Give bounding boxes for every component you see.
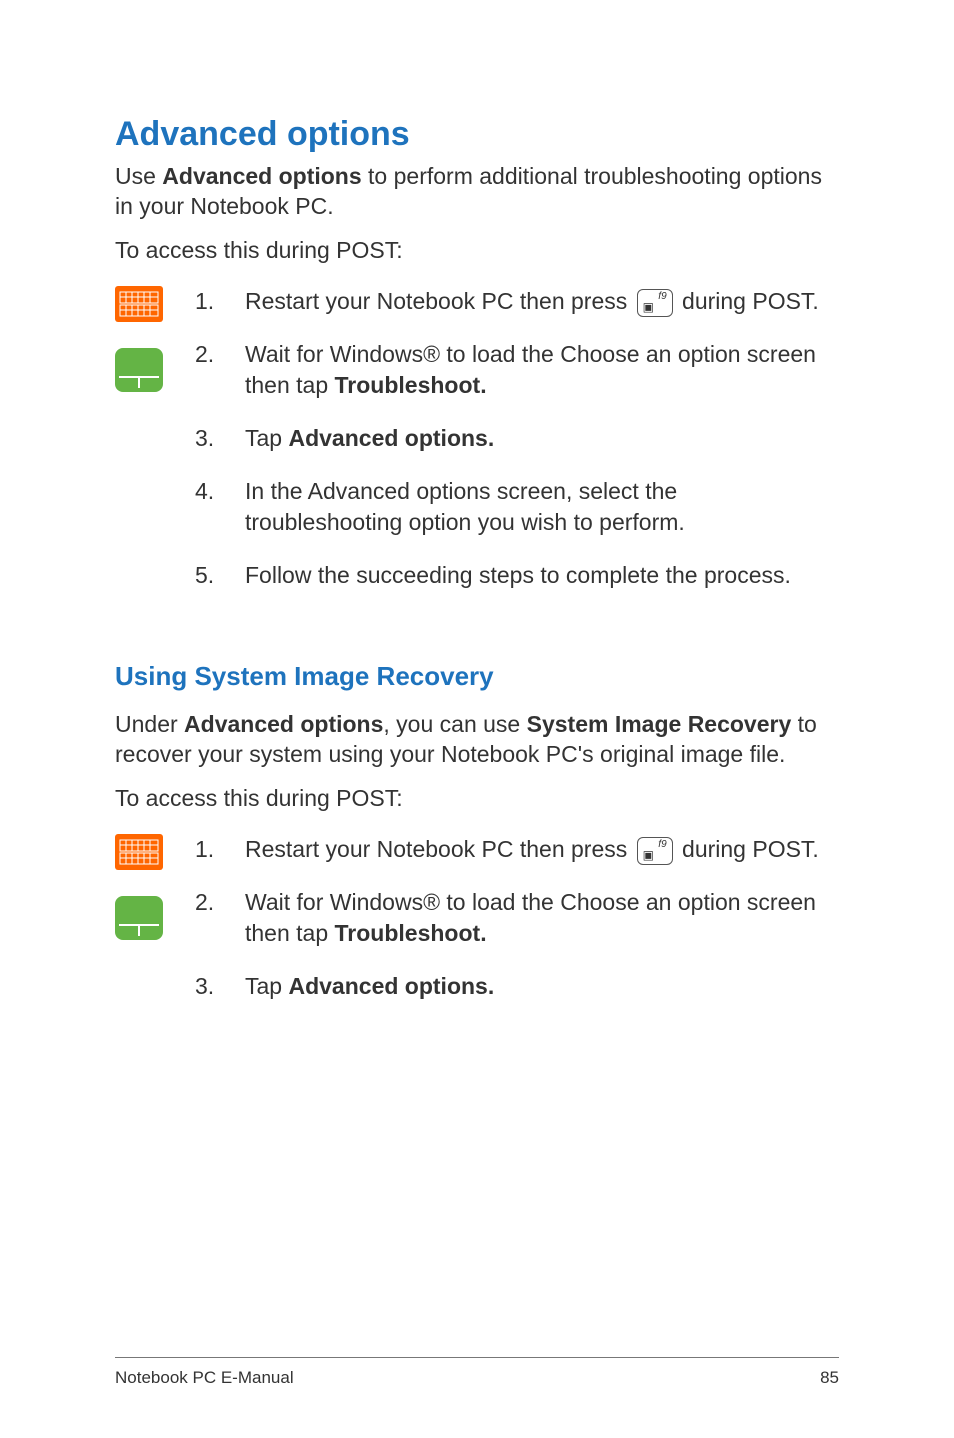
key-glyph: ▣ (643, 849, 654, 861)
step-text-post: during POST. (676, 836, 819, 862)
step-text: Tap (245, 425, 288, 451)
section-heading: Advanced options (115, 115, 839, 154)
sub-intro-bold2: System Image Recovery (527, 711, 792, 737)
keyboard-icon (115, 286, 163, 322)
intro-paragraph: Use Advanced options to perform addition… (115, 162, 839, 222)
footer-left: Notebook PC E-Manual (115, 1368, 294, 1388)
touchpad-icon (115, 896, 163, 940)
f9-key-icon: ▣ f9 (637, 289, 673, 317)
key-glyph: ▣ (643, 301, 654, 313)
step-2-2: Wait for Windows® to load the Choose an … (195, 887, 839, 949)
step-text: Restart your Notebook PC then press (245, 836, 634, 862)
step-1-5: Follow the succeeding steps to complete … (195, 560, 839, 591)
step-text: Tap (245, 973, 288, 999)
sub-intro-pre: Under (115, 711, 184, 737)
access-line-2: To access this during POST: (115, 784, 839, 814)
step-bold: Advanced options. (288, 425, 494, 451)
steps-list-1: Restart your Notebook PC then press ▣f9 … (195, 286, 839, 591)
step-bold: Troubleshoot. (335, 372, 487, 398)
step-1-1: Restart your Notebook PC then press ▣f9 … (195, 286, 839, 317)
intro-pre: Use (115, 163, 162, 189)
step-2-3: Tap Advanced options. (195, 971, 839, 1002)
f9-key-icon: ▣ f9 (637, 837, 673, 865)
step-2-1: Restart your Notebook PC then press ▣f9 … (195, 834, 839, 865)
touchpad-icon (115, 348, 163, 392)
step-bold: Advanced options. (288, 973, 494, 999)
page-number: 85 (820, 1368, 839, 1388)
step-1-4: In the Advanced options screen, select t… (195, 476, 839, 538)
step-1-2: Wait for Windows® to load the Choose an … (195, 339, 839, 401)
sub-intro-paragraph: Under Advanced options, you can use Syst… (115, 710, 839, 770)
sub-intro-mid: , you can use (383, 711, 526, 737)
sub-intro-bold1: Advanced options (184, 711, 383, 737)
key-label: f9 (658, 292, 666, 302)
step-1-3: Tap Advanced options. (195, 423, 839, 454)
intro-bold: Advanced options (162, 163, 361, 189)
step-text: Wait for Windows® to load the Choose an … (245, 889, 816, 946)
key-label: f9 (658, 840, 666, 850)
keyboard-icon (115, 834, 163, 870)
access-line-1: To access this during POST: (115, 236, 839, 266)
step-text-post: during POST. (676, 288, 819, 314)
step-text: Wait for Windows® to load the Choose an … (245, 341, 816, 398)
steps-list-2: Restart your Notebook PC then press ▣f9 … (195, 834, 839, 1002)
step-bold: Troubleshoot. (335, 920, 487, 946)
subsection-heading: Using System Image Recovery (115, 661, 839, 692)
step-text: Restart your Notebook PC then press (245, 288, 634, 314)
